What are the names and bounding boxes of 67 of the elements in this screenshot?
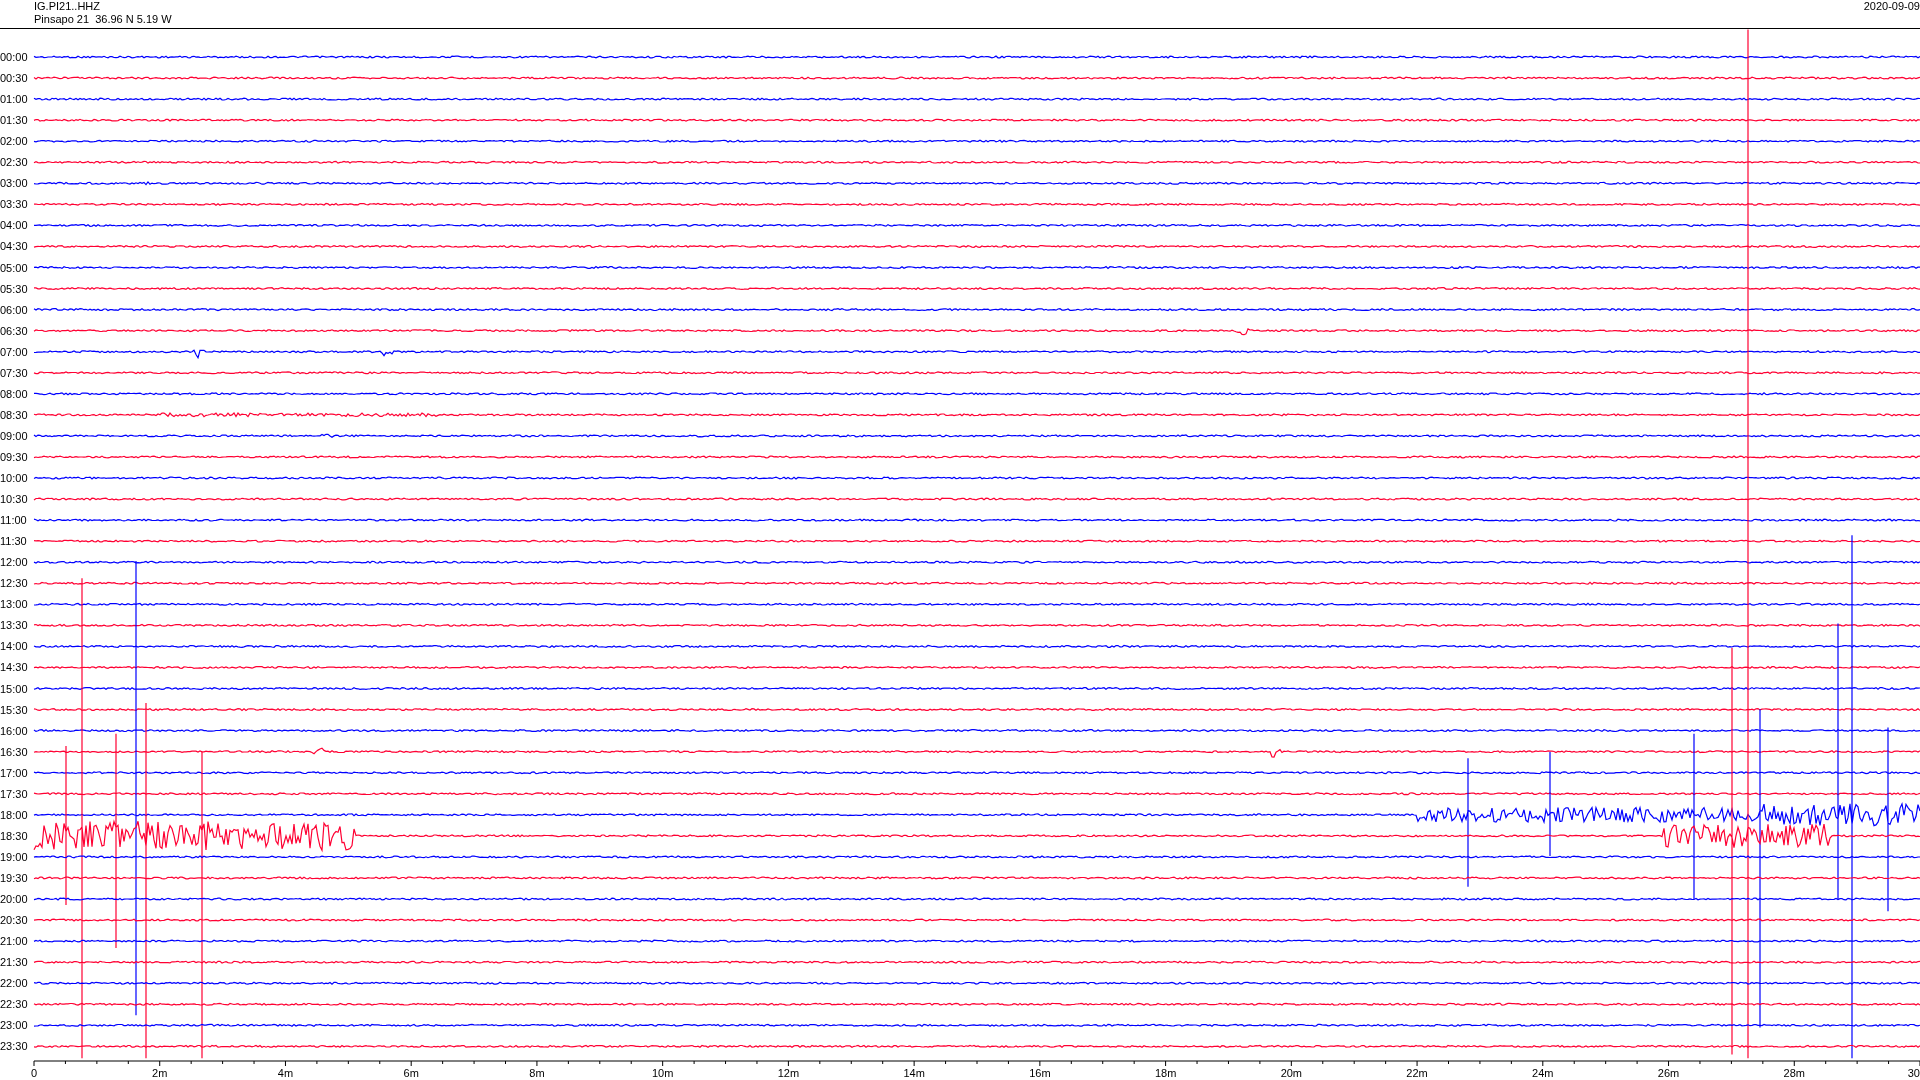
time-label: 16:00 (0, 724, 28, 737)
time-label: 11:30 (0, 535, 27, 548)
time-label: 09:00 (0, 429, 28, 442)
axis-label: 26m (1657, 1067, 1680, 1079)
time-label: 05:00 (0, 261, 28, 274)
time-label: 12:00 (0, 556, 28, 569)
axis-label: 18m (1154, 1067, 1177, 1079)
time-label: 17:30 (0, 787, 28, 800)
time-label: 05:30 (0, 282, 28, 295)
time-label: 15:30 (0, 703, 28, 716)
axis-label: 8m (529, 1067, 545, 1079)
time-label: 16:30 (0, 745, 28, 758)
time-label: 20:30 (0, 914, 28, 927)
axis-label: 28m (1783, 1067, 1805, 1079)
time-label: 18:00 (0, 808, 28, 821)
station-code: IG.PI21..HHZ (34, 0, 102, 13)
time-label: 09:30 (0, 450, 28, 463)
station-location: Pinsapo 21 36.96 N 5.19 W (34, 13, 172, 26)
time-label: 08:00 (0, 387, 28, 400)
time-label: 01:30 (0, 114, 28, 127)
time-label: 19:30 (0, 871, 28, 884)
axis-label: 16m (1029, 1067, 1051, 1079)
date-label: 2020-09-09 (1863, 0, 1920, 13)
axis-label: 4m (277, 1067, 294, 1079)
time-label: 00:30 (0, 72, 28, 85)
time-label: 08:30 (0, 408, 28, 421)
time-label: 18:30 (0, 829, 28, 842)
time-label: 13:30 (0, 619, 28, 632)
time-label: 02:00 (0, 135, 28, 148)
time-label: 03:30 (0, 198, 28, 211)
time-label: 22:30 (0, 998, 28, 1011)
time-label: 06:30 (0, 324, 28, 337)
time-label: 07:00 (0, 345, 28, 358)
axis-label: 0 (31, 1067, 38, 1079)
axis-label: 20m (1280, 1067, 1303, 1079)
time-label: 00:00 (0, 51, 28, 63)
time-label: 21:00 (0, 935, 28, 948)
time-label: 11:00 (0, 514, 27, 527)
time-label: 17:00 (0, 766, 28, 779)
time-label: 10:00 (0, 472, 28, 484)
time-label: 14:00 (0, 640, 28, 653)
time-label: 04:30 (0, 240, 28, 253)
time-label: 04:00 (0, 219, 28, 232)
time-label: 22:00 (0, 977, 28, 990)
time-label: 01:00 (0, 93, 28, 106)
time-label: 14:30 (0, 661, 28, 674)
time-label: 13:00 (0, 598, 28, 611)
axis-label: 22m (1406, 1067, 1428, 1079)
axis-label: 30 (1907, 1067, 1920, 1079)
time-label: 23:30 (0, 1040, 28, 1053)
time-label: 07:30 (0, 366, 28, 379)
time-label: 20:00 (0, 893, 28, 905)
axis-label: 12m (777, 1067, 800, 1079)
axis-label: 24m (1532, 1067, 1554, 1079)
time-label: 10:30 (0, 493, 28, 506)
time-label: 03:00 (0, 177, 28, 190)
time-label: 12:30 (0, 577, 28, 590)
axis-label: 14m (903, 1067, 925, 1079)
time-label: 21:30 (0, 956, 28, 969)
time-label: 06:00 (0, 303, 28, 316)
time-label: 02:30 (0, 156, 28, 169)
axis-label: 10m (651, 1067, 674, 1079)
axis-label: 2m (152, 1067, 168, 1079)
axis-label: 6m (403, 1067, 419, 1079)
time-label: 23:00 (0, 1019, 28, 1032)
time-label: 15:00 (0, 682, 28, 695)
time-label: 19:00 (0, 850, 28, 863)
